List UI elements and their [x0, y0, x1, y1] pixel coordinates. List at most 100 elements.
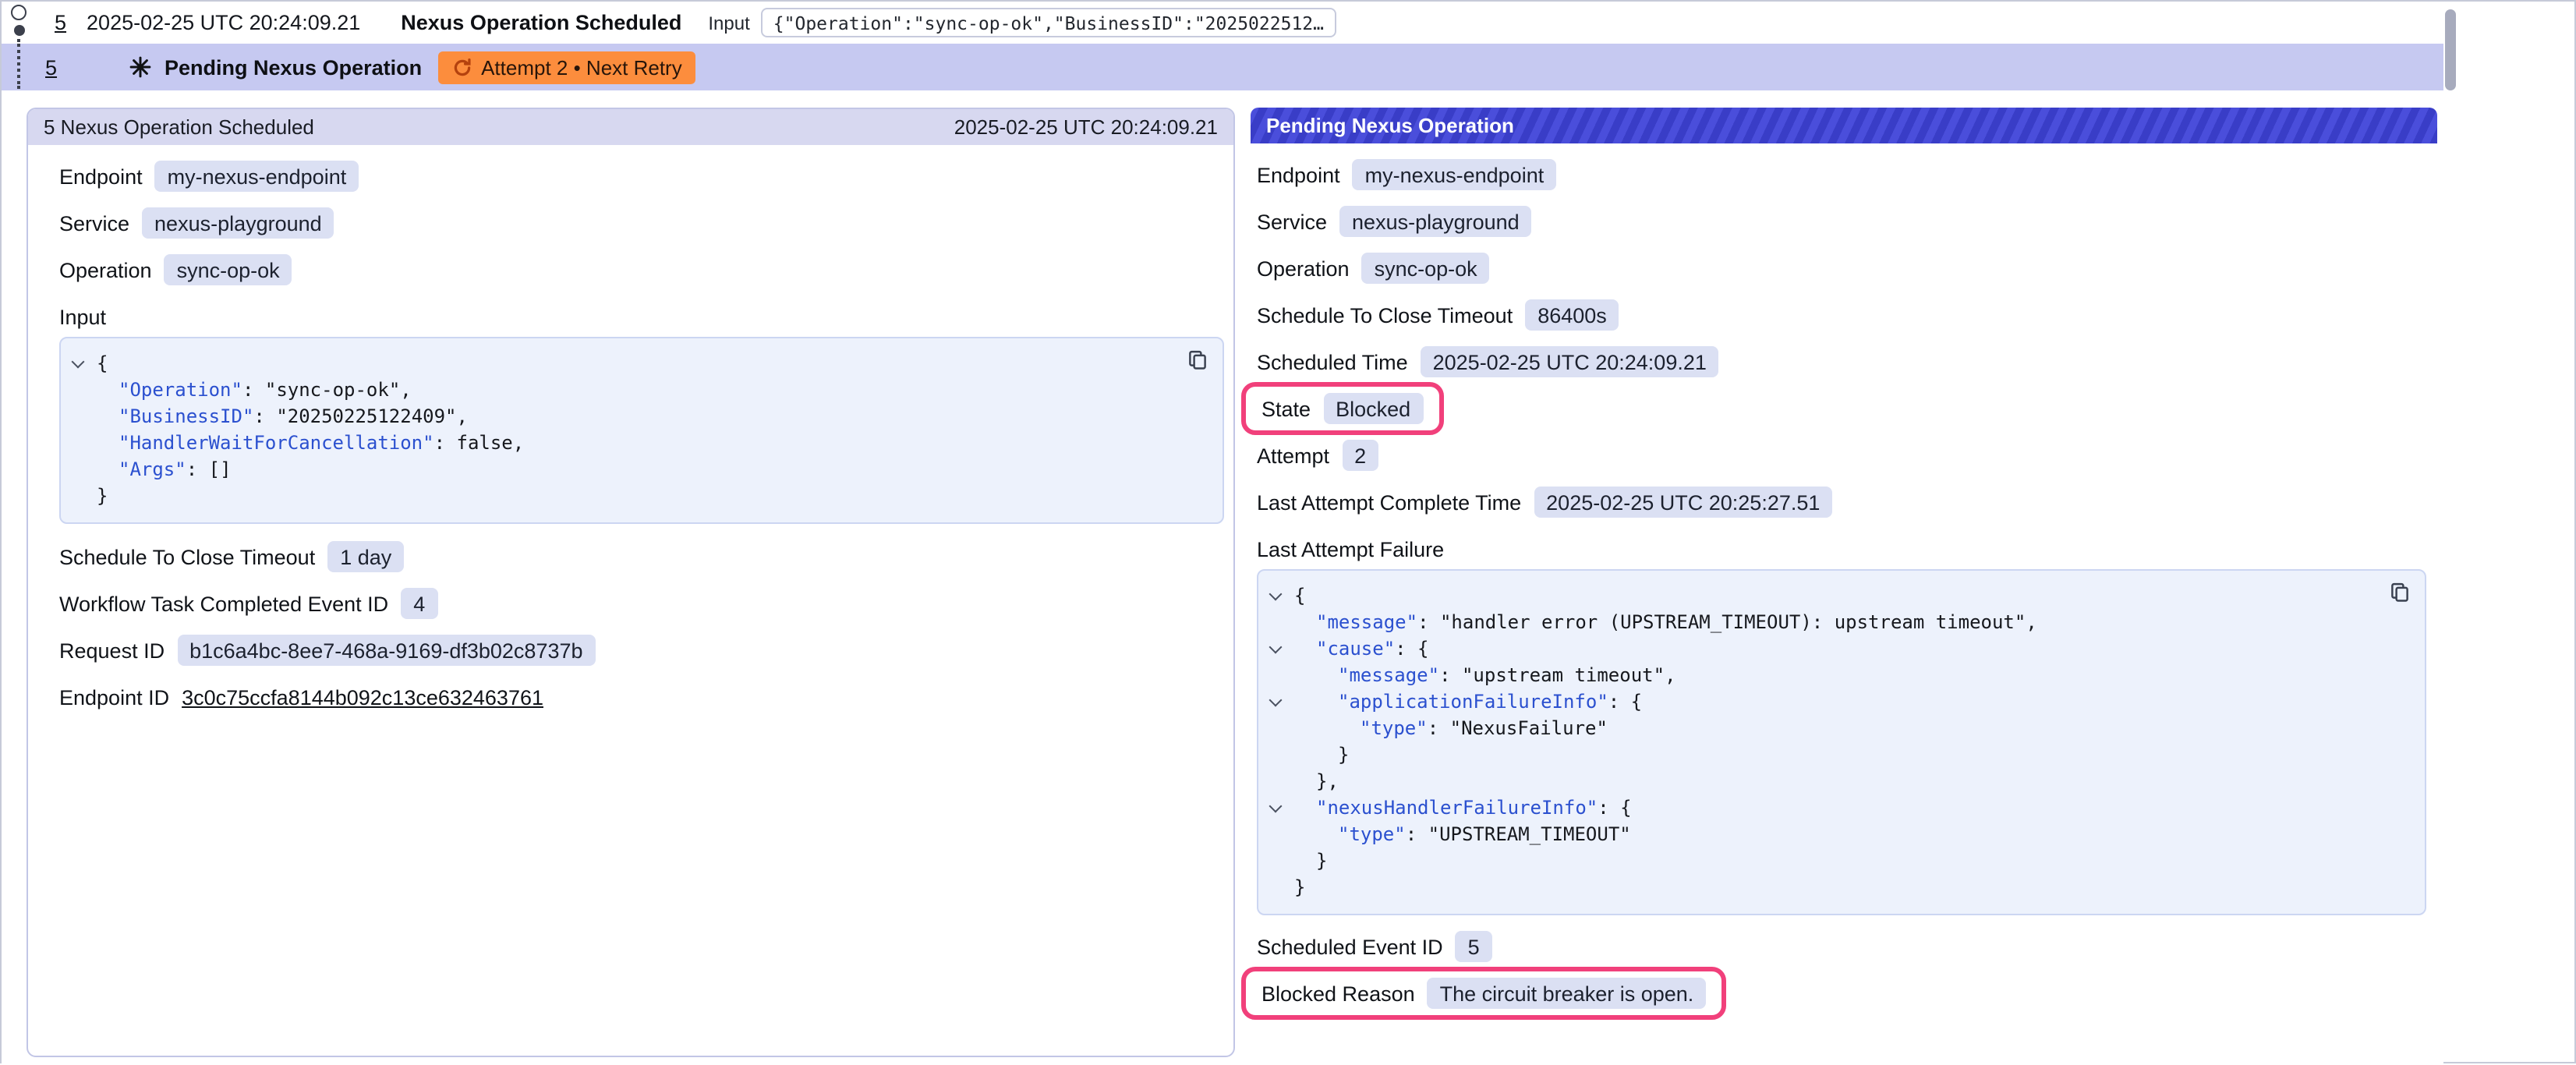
json-line: "cause": { — [1271, 636, 2412, 663]
collapse-chevron-icon[interactable] — [73, 351, 97, 377]
field-value-badge: nexus-playground — [1339, 206, 1532, 237]
pending-operation-row[interactable]: 5 Pending Nexus Operation Attempt 2 • Ne… — [2, 44, 2443, 90]
field-row-attempt: Attempt2 — [1257, 432, 2426, 479]
json-line-text: }, — [1294, 769, 1339, 795]
field-row-endpoint: Endpointmy-nexus-endpoint — [1257, 151, 2426, 198]
copy-icon[interactable] — [2389, 582, 2411, 603]
json-line-text: "applicationFailureInfo": { — [1294, 689, 1642, 716]
event-history-row[interactable]: 5 2025-02-25 UTC 20:24:09.21 Nexus Opera… — [2, 2, 2443, 44]
field-inner: Workflow Task Completed Event ID 4 — [59, 588, 437, 619]
scrollbar-thumb[interactable] — [2445, 9, 2456, 90]
field-label: Schedule To Close Timeout — [59, 545, 315, 568]
json-line: "Operation": "sync-op-ok", — [73, 377, 1210, 404]
timeline-indicator — [8, 5, 30, 89]
event-detail-timestamp: 2025-02-25 UTC 20:24:09.21 — [954, 115, 1218, 139]
field-inner: Schedule To Close Timeout86400s — [1257, 299, 1619, 331]
pending-event-id-link[interactable]: 5 — [45, 55, 57, 79]
json-line-text: { — [1294, 583, 1305, 610]
field-label: Endpoint — [1257, 163, 1340, 186]
field-label: Service — [59, 211, 129, 235]
json-line-text: "message": "handler error (UPSTREAM_TIME… — [1294, 610, 2037, 636]
field-row-service: Servicenexus-playground — [1257, 198, 2426, 245]
field-row-endpoint: Endpointmy-nexus-endpoint — [59, 153, 1224, 200]
field-label: Workflow Task Completed Event ID — [59, 592, 388, 615]
field-inner: Operationsync-op-ok — [1257, 253, 1490, 284]
json-line: "Args": [] — [73, 457, 1210, 483]
field-row-schedule-to-close-timeout: Schedule To Close Timeout1 day — [59, 533, 1224, 580]
json-line: { — [73, 351, 1210, 377]
field-inner: Request IDb1c6a4bc-8ee7-468a-9169-df3b02… — [59, 635, 596, 666]
json-line-text: "message": "upstream timeout", — [1294, 663, 1676, 689]
gutter-spacer — [1271, 769, 1294, 795]
failure-json-viewer: {"message": "handler error (UPSTREAM_TIM… — [1257, 569, 2426, 915]
json-line: } — [73, 483, 1210, 510]
field-row-schedule-to-close-timeout: Schedule To Close Timeout86400s — [1257, 292, 2426, 338]
field-value-badge: 4 — [401, 588, 437, 619]
json-line: "nexusHandlerFailureInfo": { — [1271, 795, 2412, 822]
timeline-circle-icon — [11, 5, 27, 20]
event-detail-header: 5 Nexus Operation Scheduled 2025-02-25 U… — [28, 109, 1233, 145]
field-value-badge: sync-op-ok — [1362, 253, 1490, 284]
field-row-endpoint-id: Endpoint ID3c0c75ccfa8144b092c13ce632463… — [59, 674, 1224, 720]
field-row-workflow-task-completed-event-id: Workflow Task Completed Event ID 4 — [59, 580, 1224, 627]
field-row-operation: Operationsync-op-ok — [1257, 245, 2426, 292]
field-row-request-id: Request IDb1c6a4bc-8ee7-468a-9169-df3b02… — [59, 627, 1224, 674]
field-inner: Scheduled Time2025-02-25 UTC 20:24:09.21 — [1257, 346, 1719, 377]
json-line-text: } — [97, 483, 108, 510]
input-section-label: Input — [59, 296, 1224, 337]
event-detail-body: Endpointmy-nexus-endpoint Service nexus-pl… — [28, 145, 1233, 728]
field-row-blocked-reason: Blocked ReasonThe circuit breaker is ope… — [1257, 970, 2426, 1017]
annotation-highlight-state: State Blocked — [1241, 382, 1443, 435]
json-line: "HandlerWaitForCancellation": false, — [73, 430, 1210, 457]
annotation-highlight-blocked-reason: Blocked ReasonThe circuit breaker is ope… — [1241, 967, 1726, 1020]
retry-icon — [451, 57, 472, 77]
gutter-spacer — [73, 430, 97, 457]
field-value-badge: b1c6a4bc-8ee7-468a-9169-df3b02c8737b — [177, 635, 595, 666]
json-line: "applicationFailureInfo": { — [1271, 689, 2412, 716]
json-line: } — [1271, 742, 2412, 769]
field-value-badge: 86400s — [1525, 299, 1619, 331]
endpoint-id-link[interactable]: 3c0c75ccfa8144b092c13ce632463761 — [182, 685, 543, 709]
field-inner: Attempt2 — [1257, 440, 1378, 471]
field-label: Attempt — [1257, 444, 1329, 467]
json-line: "BusinessID": "20250225122409", — [73, 404, 1210, 430]
app-root: 5 2025-02-25 UTC 20:24:09.21 Nexus Opera… — [0, 0, 2576, 1063]
field-inner: Endpoint ID3c0c75ccfa8144b092c13ce632463… — [59, 685, 543, 709]
event-name: Nexus Operation Scheduled — [401, 11, 681, 34]
copy-icon[interactable] — [1187, 349, 1208, 371]
field-inner: Endpointmy-nexus-endpoint — [1257, 159, 1556, 190]
json-line: "type": "UPSTREAM_TIMEOUT" — [1271, 822, 2412, 848]
pending-detail-title: Pending Nexus Operation — [1266, 114, 1514, 137]
pending-asterisk-icon — [129, 56, 150, 78]
json-line: "message": "upstream timeout", — [1271, 663, 2412, 689]
gutter-spacer — [1271, 716, 1294, 742]
pending-detail-fields-bottom: Scheduled Event ID5Blocked ReasonThe cir… — [1257, 923, 2426, 1017]
json-line: } — [1271, 848, 2412, 875]
gutter-spacer — [1271, 822, 1294, 848]
collapse-chevron-icon[interactable] — [1271, 583, 1294, 610]
json-line: }, — [1271, 769, 2412, 795]
pending-detail-panel: Pending Nexus Operation Endpointmy-nexus… — [1251, 108, 2437, 1065]
input-preview-chip[interactable]: {"Operation":"sync-op-ok","BusinessID":"… — [761, 8, 1336, 37]
input-json-viewer: {"Operation": "sync-op-ok","BusinessID":… — [59, 337, 1224, 524]
event-id-link[interactable]: 5 — [55, 11, 66, 34]
collapse-chevron-icon[interactable] — [1271, 636, 1294, 663]
collapse-chevron-icon[interactable] — [1271, 795, 1294, 822]
input-json-code: {"Operation": "sync-op-ok","BusinessID":… — [73, 351, 1210, 510]
field-label: Endpoint — [59, 165, 143, 188]
json-line-text: } — [1294, 848, 1327, 875]
field-value-badge: nexus-playground — [142, 207, 334, 239]
json-line-text: "type": "UPSTREAM_TIMEOUT" — [1294, 822, 1631, 848]
event-timestamp: 2025-02-25 UTC 20:24:09.21 — [87, 11, 360, 34]
field-value-badge: Blocked — [1323, 393, 1423, 424]
field-value-badge: 5 — [1456, 931, 1492, 962]
gutter-spacer — [1271, 663, 1294, 689]
field-value-badge: sync-op-ok — [165, 254, 292, 285]
failure-section-label: Last Attempt Failure — [1257, 529, 2426, 569]
field-label: State — [1261, 397, 1311, 420]
detail-panels: 5 Nexus Operation Scheduled 2025-02-25 U… — [2, 90, 2443, 1065]
json-line-text: "cause": { — [1294, 636, 1429, 663]
field-row-scheduled-event-id: Scheduled Event ID5 — [1257, 923, 2426, 970]
field-inner: Schedule To Close Timeout1 day — [59, 541, 404, 572]
collapse-chevron-icon[interactable] — [1271, 689, 1294, 716]
